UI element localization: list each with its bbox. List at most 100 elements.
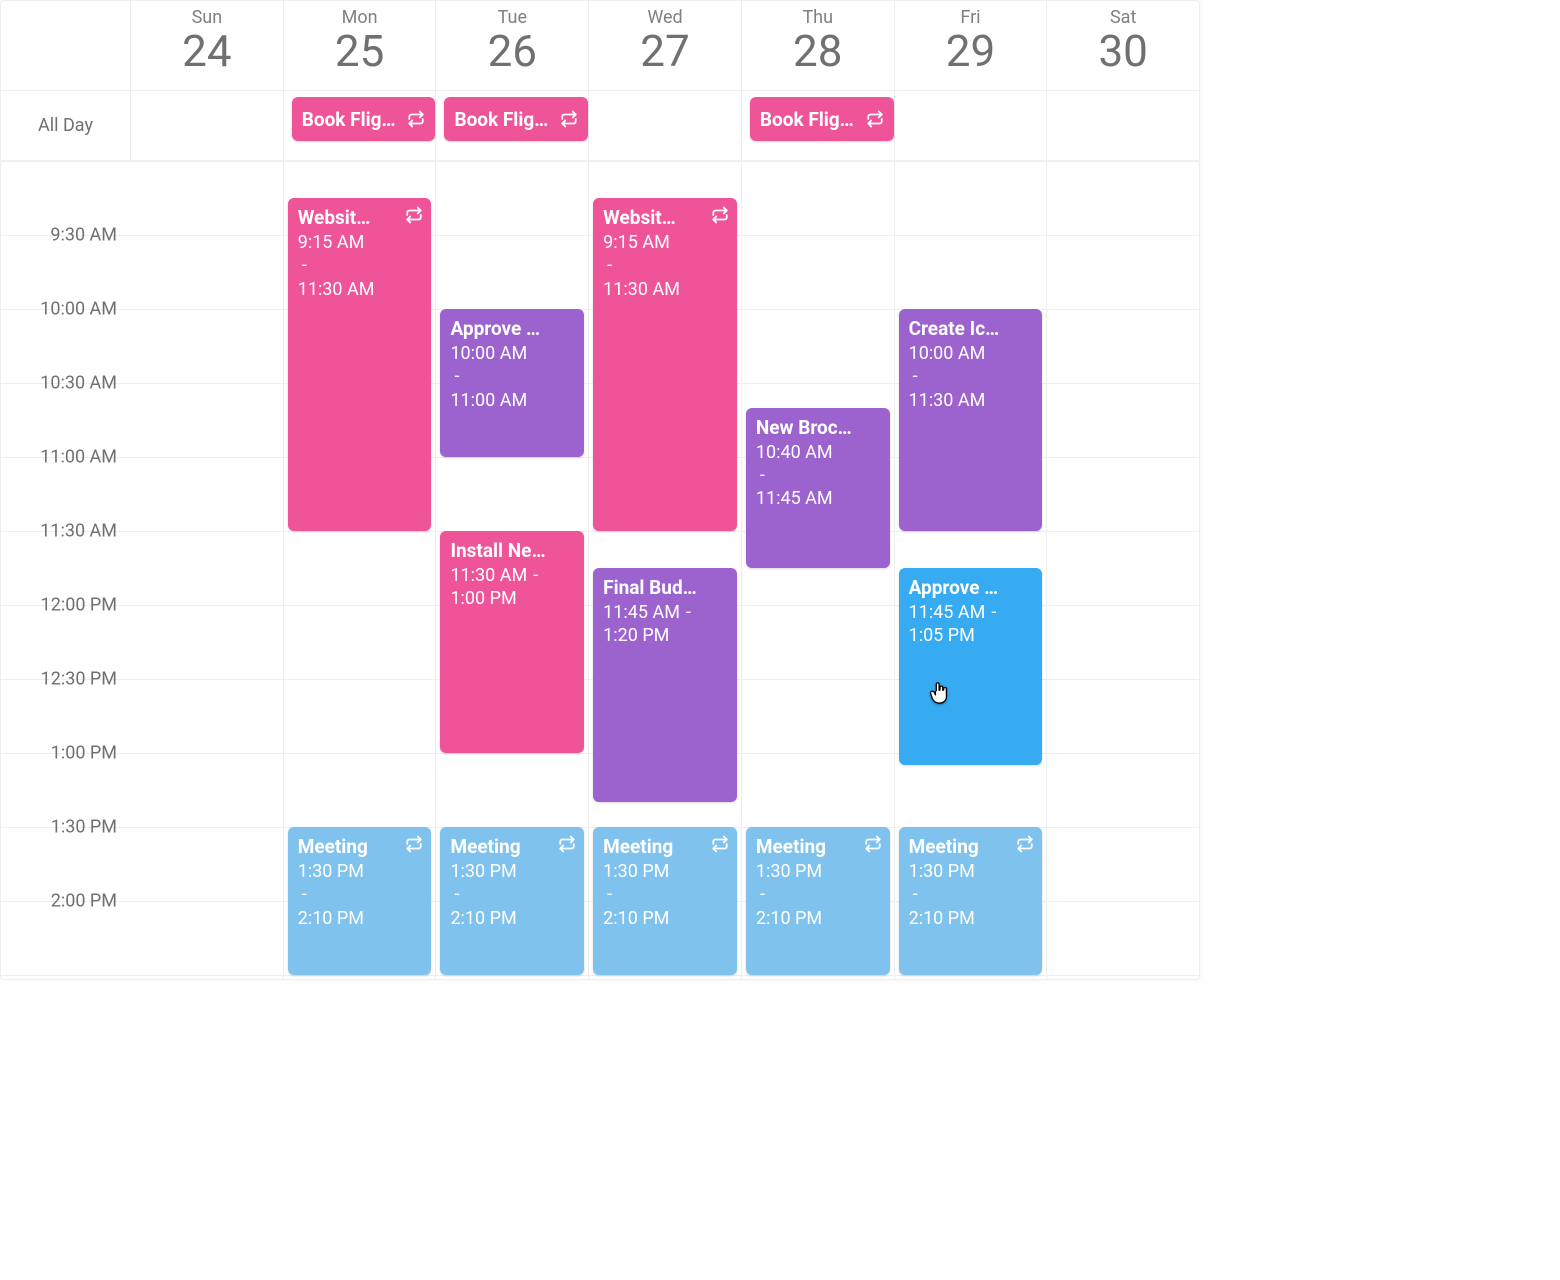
day-col-mon[interactable]: Websit…9:15 AM-11:30 AM Meeting1:30 PM-2:… (283, 161, 436, 979)
event-title: Approve … (909, 576, 1033, 599)
repeat-icon (405, 835, 423, 853)
allday-cell-thu[interactable]: Book Flig… (742, 91, 895, 160)
allday-row: All Day Book Flig… Book Flig… Book Flig… (1, 91, 1199, 161)
day-col-sun[interactable] (131, 161, 283, 979)
days-grid: Websit…9:15 AM-11:30 AMMeeting1:30 PM-2:… (131, 161, 1199, 979)
event-times: 10:00 AM-11:30 AM (909, 342, 1033, 412)
header-gutter (1, 1, 131, 90)
event[interactable]: Final Bud…11:45 AM-1:20 PM (593, 568, 737, 802)
event[interactable]: Approve …10:00 AM-11:00 AM (440, 309, 584, 457)
day-col-thu[interactable]: New Broc…10:40 AM-11:45 AM Meeting1:30 PM… (741, 161, 894, 979)
allday-event[interactable]: Book Flig… (292, 97, 436, 141)
event[interactable]: Meeting1:30 PM-2:10 PM (593, 827, 737, 975)
allday-label: All Day (1, 91, 131, 160)
event-title: Final Bud… (603, 576, 727, 599)
event[interactable]: Meeting1:30 PM-2:10 PM (288, 827, 432, 975)
event-title: Install Ne… (450, 539, 574, 562)
day-header-thu[interactable]: Thu 28 (742, 1, 895, 90)
day-num: 26 (436, 28, 588, 74)
time-label: 10:00 AM (40, 299, 117, 320)
event-title: Create Ic… (909, 317, 1033, 340)
allday-cell-fri[interactable] (895, 91, 1048, 160)
day-header-mon[interactable]: Mon 25 (284, 1, 437, 90)
allday-cell-wed[interactable] (589, 91, 742, 160)
day-col-sat[interactable] (1046, 161, 1199, 979)
day-num: 30 (1047, 28, 1199, 74)
event-times: 1:30 PM-2:10 PM (756, 860, 880, 930)
day-col-wed[interactable]: Websit…9:15 AM-11:30 AM Final Bud…11:45 A… (588, 161, 741, 979)
event-title: Meeting (756, 835, 880, 858)
time-label: 9:30 AM (50, 225, 117, 246)
event-times: 1:30 PM-2:10 PM (603, 860, 727, 930)
event-title: Book Flig… (454, 108, 548, 131)
repeat-icon (711, 206, 729, 224)
event-title: New Broc… (756, 416, 880, 439)
allday-cell-tue[interactable]: Book Flig… (436, 91, 589, 160)
event-title: Meeting (909, 835, 1033, 858)
calendar-header: Sun 24 Mon 25 Tue 26 Wed 27 Thu 28 Fri 2… (1, 1, 1199, 91)
allday-event[interactable]: Book Flig… (750, 97, 894, 141)
event[interactable]: Meeting1:30 PM-2:10 PM (746, 827, 890, 975)
time-label: 10:30 AM (40, 373, 117, 394)
time-label: 12:30 PM (41, 669, 117, 690)
time-label: 1:30 PM (51, 817, 117, 838)
event-title: Meeting (450, 835, 574, 858)
time-label: 1:00 PM (51, 743, 117, 764)
event-times: 1:30 PM-2:10 PM (298, 860, 422, 930)
repeat-icon (405, 206, 423, 224)
day-num: 27 (589, 28, 741, 74)
event-times: 1:30 PM-2:10 PM (450, 860, 574, 930)
event-title: Meeting (298, 835, 422, 858)
event[interactable]: Websit…9:15 AM-11:30 AM (593, 198, 737, 531)
repeat-icon (866, 110, 884, 128)
day-col-fri[interactable]: Create Ic…10:00 AM-11:30 AM Approve …11:4… (894, 161, 1047, 979)
event[interactable]: Websit…9:15 AM-11:30 AM (288, 198, 432, 531)
repeat-icon (1016, 835, 1034, 853)
event-times: 9:15 AM-11:30 AM (603, 231, 727, 301)
day-header-sun[interactable]: Sun 24 (131, 1, 284, 90)
calendar: Sun 24 Mon 25 Tue 26 Wed 27 Thu 28 Fri 2… (0, 0, 1200, 980)
time-gutter: 9:30 AM 10:00 AM 10:30 AM 11:00 AM 11:30 AM 1… (1, 161, 131, 979)
time-label: 11:30 AM (40, 521, 117, 542)
event[interactable]: New Broc…10:40 AM-11:45 AM (746, 408, 890, 568)
time-grid: 9:30 AM 10:00 AM 10:30 AM 11:00 AM 11:30 AM 1… (1, 161, 1199, 979)
day-header-tue[interactable]: Tue 26 (436, 1, 589, 90)
repeat-icon (864, 835, 882, 853)
day-header-wed[interactable]: Wed 27 (589, 1, 742, 90)
time-label: 2:00 PM (51, 891, 117, 912)
allday-event[interactable]: Book Flig… (444, 97, 588, 141)
day-col-tue[interactable]: Approve …10:00 AM-11:00 AM Install Ne…11:… (435, 161, 588, 979)
event[interactable]: Install Ne…11:30 AM-1:00 PM (440, 531, 584, 753)
repeat-icon (560, 110, 578, 128)
time-label: 12:00 PM (41, 595, 117, 616)
event[interactable]: Approve …11:45 AM-1:05 PM (899, 568, 1043, 765)
allday-cell-mon[interactable]: Book Flig… (284, 91, 437, 160)
allday-cell-sun[interactable] (131, 91, 284, 160)
day-num: 28 (742, 28, 894, 74)
event-title: Book Flig… (302, 108, 396, 131)
event-title: Book Flig… (760, 108, 854, 131)
event-title: Websit… (603, 206, 727, 229)
day-num: 29 (895, 28, 1047, 74)
event-times: 11:45 AM-1:05 PM (909, 601, 1033, 648)
day-header-sat[interactable]: Sat 30 (1047, 1, 1199, 90)
event[interactable]: Create Ic…10:00 AM-11:30 AM (899, 309, 1043, 531)
event-times: 9:15 AM-11:30 AM (298, 231, 422, 301)
repeat-icon (711, 835, 729, 853)
time-label: 11:00 AM (40, 447, 117, 468)
day-header-fri[interactable]: Fri 29 (895, 1, 1048, 90)
day-num: 25 (284, 28, 436, 74)
event-title: Websit… (298, 206, 422, 229)
event[interactable]: Meeting1:30 PM-2:10 PM (899, 827, 1043, 975)
event-times: 1:30 PM-2:10 PM (909, 860, 1033, 930)
event[interactable]: Meeting1:30 PM-2:10 PM (440, 827, 584, 975)
repeat-icon (558, 835, 576, 853)
event-times: 10:40 AM-11:45 AM (756, 441, 880, 511)
event-times: 11:30 AM-1:00 PM (450, 564, 574, 611)
event-title: Meeting (603, 835, 727, 858)
event-times: 10:00 AM-11:00 AM (450, 342, 574, 412)
day-num: 24 (131, 28, 283, 74)
allday-cell-sat[interactable] (1047, 91, 1199, 160)
event-title: Approve … (450, 317, 574, 340)
event-times: 11:45 AM-1:20 PM (603, 601, 727, 648)
